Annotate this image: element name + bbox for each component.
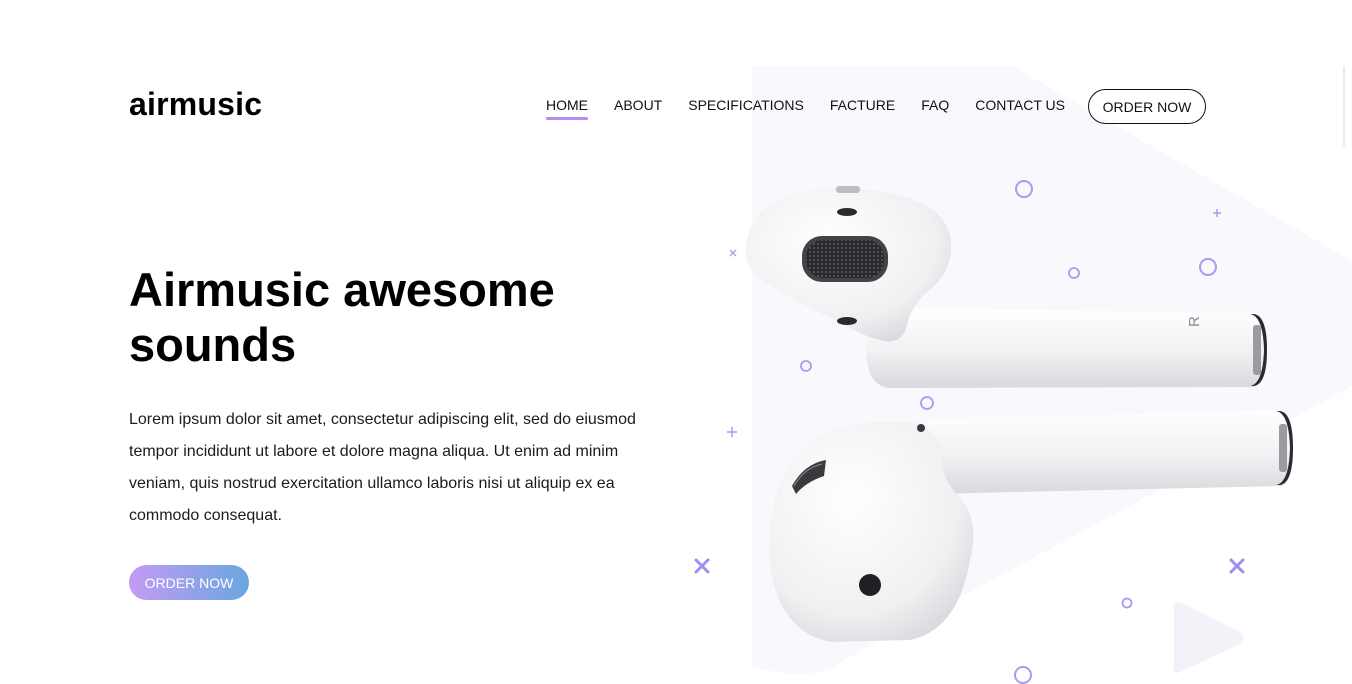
hero-description: Lorem ipsum dolor sit amet, consectetur …: [129, 411, 636, 524]
scrollbar-edge: [1343, 66, 1345, 146]
play-triangle-icon: [1173, 601, 1244, 674]
hero-order-now-button[interactable]: ORDER NOW: [129, 565, 249, 600]
earbud-marking: R: [1186, 316, 1203, 327]
circle-decor-icon: [920, 396, 934, 410]
circle-decor-icon: [1068, 267, 1080, 279]
earbud-left: [769, 410, 1293, 642]
plus-decor-icon: [1213, 209, 1221, 217]
main-nav: HOME ABOUT SPECIFICATIONS FACTURE FAQ CO…: [546, 97, 1091, 120]
nav-item-faq[interactable]: FAQ: [921, 97, 949, 118]
nav-item-specifications[interactable]: SPECIFICATIONS: [688, 97, 804, 118]
nav-item-about[interactable]: ABOUT: [614, 97, 662, 118]
cross-decor-icon: [729, 249, 737, 257]
nav-item-contact-us[interactable]: CONTACT US: [975, 97, 1065, 118]
landing-page: airmusic HOME ABOUT SPECIFICATIONS FACTU…: [0, 0, 1352, 684]
circle-decor-icon: [1014, 666, 1032, 684]
cross-decor-icon: [694, 558, 710, 574]
circle-decor-icon: [800, 360, 812, 372]
nav-item-facture[interactable]: FACTURE: [830, 97, 895, 118]
circle-decor-icon: [1015, 180, 1033, 198]
nav-item-home[interactable]: HOME: [546, 97, 588, 120]
cross-decor-icon: [1229, 558, 1245, 574]
earbud-right: R: [745, 186, 1267, 388]
plus-decor-icon: [727, 427, 737, 437]
hero-title: Airmusic awesome sounds: [129, 263, 555, 371]
header-order-now-button[interactable]: ORDER NOW: [1088, 89, 1206, 124]
circle-decor-icon: [1199, 258, 1217, 276]
circle-decor-icon: [1121, 597, 1133, 609]
brand-logo[interactable]: airmusic: [129, 86, 262, 123]
product-illustration: R: [694, 180, 1293, 684]
